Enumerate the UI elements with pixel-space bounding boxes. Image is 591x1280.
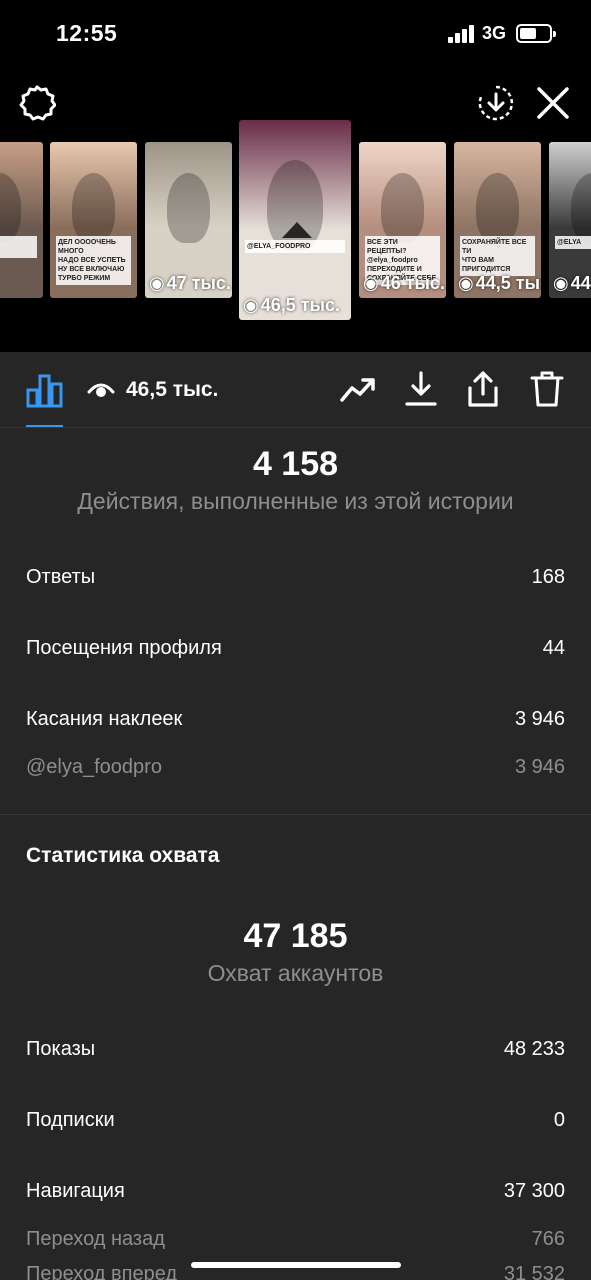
thumbnail-image	[380, 173, 425, 244]
row-label: Касания наклеек	[26, 708, 183, 730]
reach-row-impressions: Показы 48 233	[26, 1038, 565, 1068]
story-thumbnail[interactable]: ВСЕ ЭТИ РЕЦЕПТЫ? @elya_foodpro ПЕРЕХОДИТ…	[359, 142, 446, 298]
reach-row-follows: Подписки 0	[26, 1109, 565, 1139]
thumbnail-caption: СОХРАНЯЙТЕ ВСЕ ТИ ЧТО ВАМ ПРИГОДИТСЯ	[460, 235, 535, 276]
story-thumbnail[interactable]: ◉ 47 тыс.	[145, 142, 232, 298]
network-type: 3G	[482, 23, 507, 43]
trending-icon[interactable]	[339, 374, 377, 406]
thumbnail-views: ◉ 46,5 тыс.	[243, 295, 340, 316]
active-tab-indicator	[26, 425, 63, 427]
thumbnail-views: ◉44,5 тыс.	[458, 273, 541, 294]
row-value: 766	[531, 1228, 565, 1250]
battery-icon	[516, 24, 556, 43]
eye-icon: ◉	[553, 273, 569, 293]
actions-total: 4 158	[252, 445, 339, 483]
thumbnail-image	[475, 173, 520, 244]
row-label: @elya_foodpro	[26, 756, 162, 778]
eye-icon: ◉	[363, 273, 379, 293]
row-label: Навигация	[26, 1180, 125, 1202]
status-bar: 12:55 3G	[0, 0, 591, 70]
insights-panel: 46,5 тыс. 4 158 Действия, выполненные из…	[0, 352, 591, 1280]
row-label: Ответы	[26, 566, 96, 588]
thumbnail-image	[166, 173, 211, 244]
trash-icon[interactable]	[530, 370, 564, 408]
row-label: Переход назад	[26, 1228, 165, 1250]
row-label: Переход вперед	[26, 1263, 178, 1280]
actions-row-replies: Ответы 168	[26, 566, 565, 596]
eye-icon: ◉	[458, 273, 474, 293]
thumbnail-caption: @ELYA	[555, 235, 591, 249]
row-label: Подписки	[26, 1109, 115, 1131]
story-views-count: 46,5 тыс.	[126, 378, 219, 401]
row-value: 44	[542, 637, 565, 659]
row-label: Показы	[26, 1038, 96, 1060]
row-label: Посещения профиля	[26, 637, 222, 659]
actions-row-profile-visits: Посещения профиля 44	[26, 637, 565, 667]
insights-toolbar: 46,5 тыс.	[0, 352, 591, 428]
thumbnail-views-count: 44	[570, 273, 591, 293]
story-thumbnail[interactable]: СОХРАНЯЙТЕ ВСЕ ТИ ЧТО ВАМ ПРИГОДИТСЯ ◉ 44,…	[454, 142, 541, 298]
selected-story-pointer	[282, 222, 312, 238]
home-indicator[interactable]	[191, 1262, 401, 1268]
actions-row-mention-sticker: @elya_foodpro 3 946	[26, 756, 565, 786]
row-value: 3 946	[514, 756, 565, 778]
row-value: 3 946	[514, 708, 565, 730]
reach-row-back: Переход назад 766	[26, 1228, 565, 1258]
actions-row-sticker-taps: Касания наклеек 3 946	[26, 708, 565, 738]
thumbnail-views-count: 47 тыс.	[166, 273, 231, 293]
thumbnail-image	[0, 173, 22, 244]
thumbnail-caption: ДЕЛ ООООЧЕНЬ МНОГО НАДО ВСЕ УСПЕТЬ НУ ВС…	[56, 235, 131, 285]
thumbnail-views-count: 46 тыс.	[380, 273, 445, 293]
row-value: 168	[531, 566, 565, 588]
thumbnail-views: ◉ 46 тыс.	[363, 273, 445, 294]
row-value: 31 532	[503, 1263, 565, 1280]
bar-chart-icon[interactable]	[26, 372, 63, 408]
download-icon[interactable]	[404, 370, 438, 408]
thumbnail-views-count: 44,5 тыс.	[475, 273, 541, 293]
thumbnail-views: ◉ 47 тыс.	[149, 273, 231, 294]
thumbnail-image	[71, 173, 116, 244]
reach-subtitle: Охват аккаунтов	[207, 960, 384, 986]
eye-icon	[87, 380, 115, 400]
thumbnail-views: ◉ 44	[553, 273, 591, 294]
thumbnail-image	[570, 173, 591, 244]
eye-icon: ◉	[149, 273, 165, 293]
actions-subtitle: Действия, выполненные из этой истории	[77, 488, 514, 514]
reach-total: 47 185	[243, 917, 348, 955]
story-thumbnail[interactable]: ДЕЛ ООООЧЕНЬ МНОГО НАДО ВСЕ УСПЕТЬ НУ ВС…	[50, 142, 137, 298]
section-divider	[0, 814, 591, 815]
row-value: 0	[553, 1109, 565, 1131]
reach-section-title: Статистика охвата	[26, 844, 220, 867]
story-thumbnail[interactable]: Е ХОЧУ РЫМУ	[0, 142, 43, 298]
cellular-signal-icon	[448, 25, 476, 43]
thumbnail-caption: Е ХОЧУ РЫМУ	[0, 235, 37, 258]
eye-icon: ◉	[243, 295, 259, 315]
thumbnail-views-count: 46,5 тыс.	[260, 295, 340, 315]
reach-row-navigation: Навигация 37 300	[26, 1180, 565, 1210]
row-value: 48 233	[503, 1038, 565, 1060]
story-thumbnail[interactable]: @ELYA ◉ 44	[549, 142, 591, 298]
status-time: 12:55	[56, 20, 118, 46]
row-value: 37 300	[503, 1180, 565, 1202]
thumbnail-caption: @ELYA_FOODPRO	[245, 240, 345, 253]
story-thumbnail-selected[interactable]: @ELYA_FOODPRO ◉ 46,5 тыс.	[239, 120, 351, 320]
share-icon[interactable]	[466, 370, 500, 408]
